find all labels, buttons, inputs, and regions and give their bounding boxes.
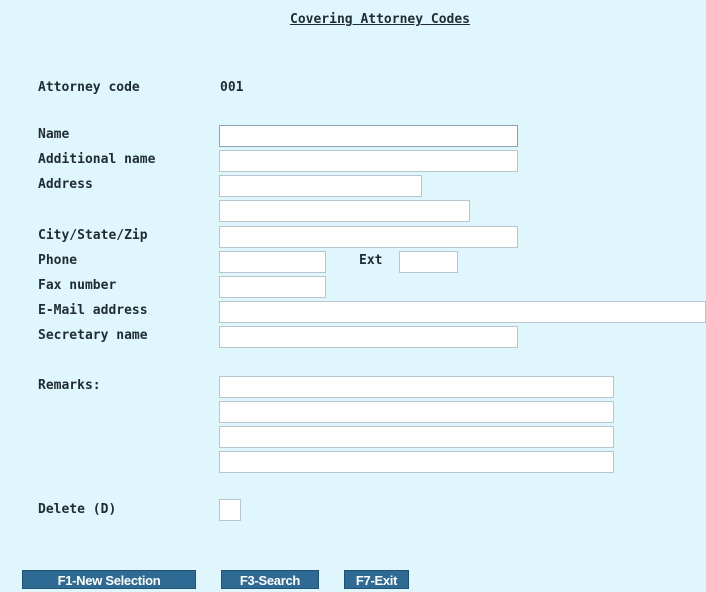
ext-input[interactable] — [399, 251, 458, 273]
fax-label: Fax number — [38, 278, 117, 293]
name-input[interactable] — [219, 125, 518, 147]
phone-label: Phone — [38, 253, 78, 268]
delete-label: Delete (D) — [38, 502, 117, 517]
email-label: E-Mail address — [38, 303, 148, 318]
ext-label: Ext — [359, 253, 383, 268]
additional-name-label: Additional name — [38, 152, 156, 167]
delete-input[interactable] — [219, 499, 241, 521]
phone-input[interactable] — [219, 251, 326, 273]
city-state-zip-input[interactable] — [219, 226, 518, 248]
screen-title: Covering Attorney Codes — [290, 12, 471, 27]
secretary-label: Secretary name — [38, 328, 148, 343]
secretary-input[interactable] — [219, 326, 518, 348]
remarks-line-3-input[interactable] — [219, 426, 614, 448]
address-label: Address — [38, 177, 93, 192]
additional-name-input[interactable] — [219, 150, 518, 172]
email-input[interactable] — [219, 301, 706, 323]
address-line2-input[interactable] — [219, 200, 470, 222]
f3-search-button[interactable]: F3-Search — [221, 570, 319, 589]
attorney-code-label: Attorney code — [38, 80, 140, 95]
fax-input[interactable] — [219, 276, 326, 298]
remarks-line-4-input[interactable] — [219, 451, 614, 473]
address-line1-input[interactable] — [219, 175, 422, 197]
f7-exit-button[interactable]: F7-Exit — [344, 570, 409, 589]
f1-new-selection-button[interactable]: F1-New Selection — [22, 570, 196, 589]
remarks-label: Remarks: — [38, 378, 101, 393]
city-state-zip-label: City/State/Zip — [38, 228, 148, 243]
attorney-code-value: 001 — [220, 80, 244, 95]
remarks-line-2-input[interactable] — [219, 401, 614, 423]
remarks-line-1-input[interactable] — [219, 376, 614, 398]
name-label: Name — [38, 127, 70, 142]
